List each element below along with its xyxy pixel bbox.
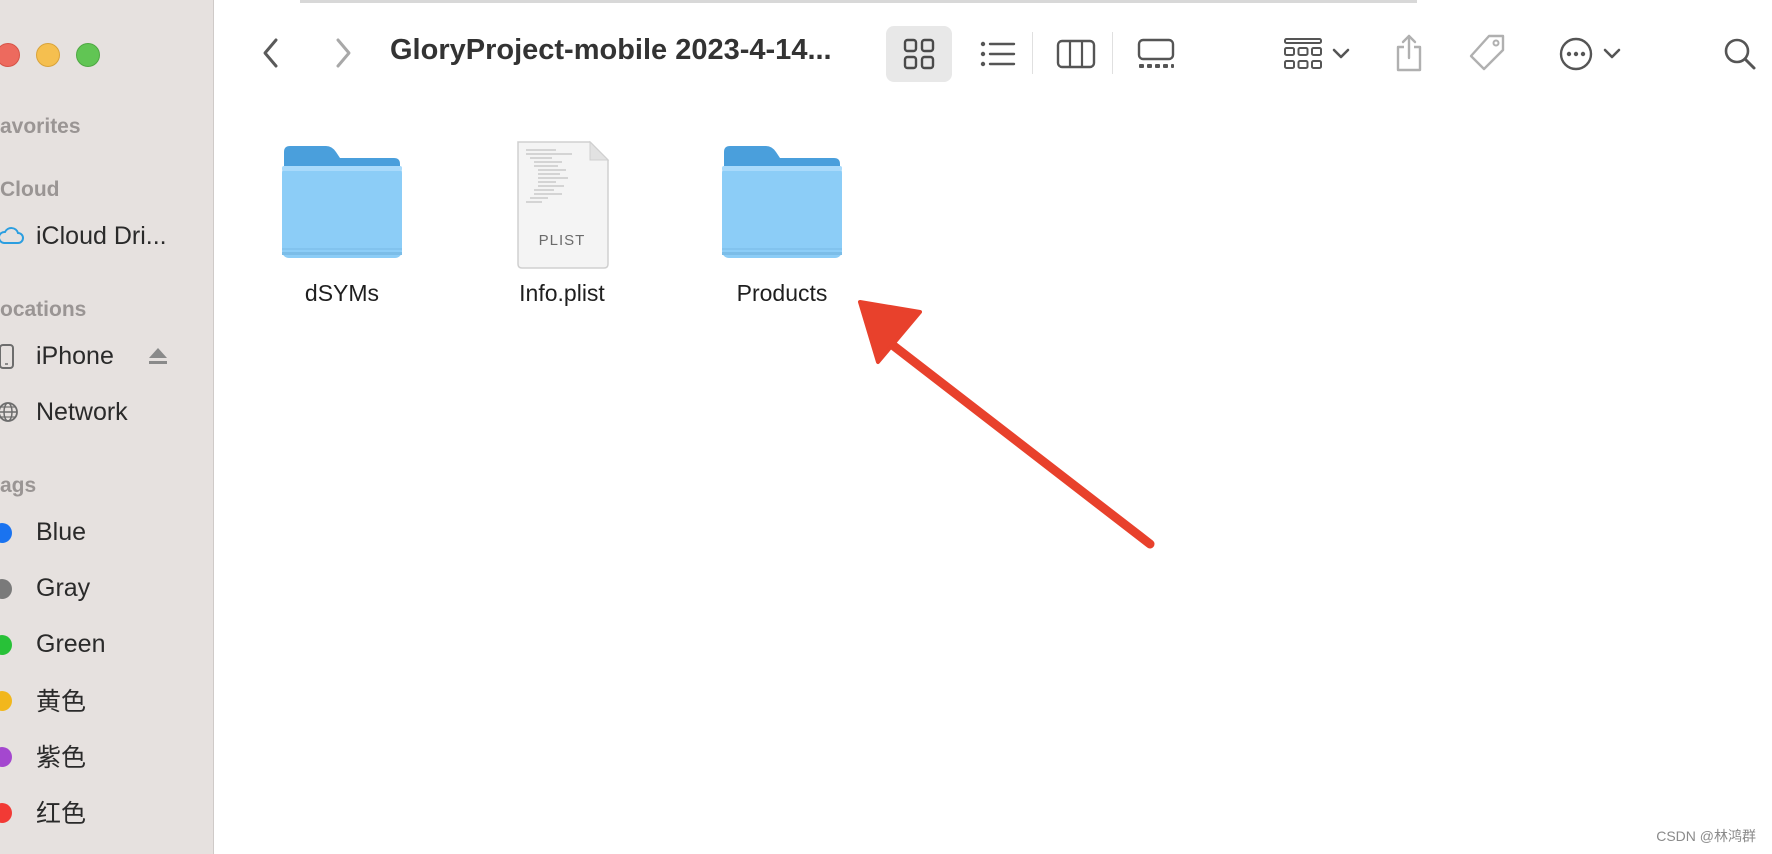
plist-icon-wrap: PLIST — [482, 140, 642, 270]
sidebar-item-label: 紫色 — [36, 744, 87, 772]
eject-icon[interactable] — [146, 344, 170, 368]
annotation-arrow — [858, 300, 1155, 549]
ellipsis-circle-icon — [1559, 37, 1593, 71]
list-view-button[interactable] — [970, 30, 1026, 78]
file-name: Info.plist — [519, 280, 605, 306]
share-button[interactable] — [1386, 28, 1432, 78]
plist-badge: PLIST — [538, 232, 586, 249]
file-item-info-plist[interactable]: PLIST Info.plist — [482, 140, 642, 307]
folder-icon — [282, 146, 402, 258]
cloud-icon — [0, 224, 24, 248]
grid-icon — [903, 38, 935, 70]
sidebar-tag-purple[interactable]: 紫色 — [0, 736, 210, 776]
back-button[interactable] — [254, 34, 288, 72]
file-item-dsyms[interactable]: dSYMs — [262, 140, 422, 307]
iphone-icon — [0, 344, 20, 369]
group-grid-icon — [1284, 38, 1322, 69]
share-icon — [1396, 34, 1422, 72]
plist-document-icon — [517, 140, 610, 269]
file-item-products[interactable]: Products — [702, 140, 862, 307]
search-button[interactable] — [1718, 30, 1762, 78]
toolbar-separator — [1112, 32, 1113, 74]
sidebar-tag-gray[interactable]: Gray — [0, 568, 210, 608]
tag-icon — [1469, 34, 1505, 71]
icon-view-button[interactable] — [886, 26, 952, 82]
section-header-favorites: avorites — [0, 115, 81, 138]
sidebar-item-iphone[interactable]: iPhone — [0, 336, 210, 376]
folder-icon-wrap — [702, 140, 862, 270]
sidebar-item-label: Green — [36, 629, 106, 658]
forward-button[interactable] — [326, 34, 360, 72]
zoom-window-button[interactable] — [76, 43, 100, 67]
tags-button[interactable] — [1462, 28, 1512, 78]
tag-color-dot — [0, 691, 12, 711]
toolbar: GloryProject-mobile 2023-4-14... — [214, 0, 1772, 100]
finder-window: avorites Cloud iCloud Dri... ocations iP… — [0, 0, 1772, 854]
tag-color-dot — [0, 635, 12, 655]
sidebar-item-label: 黄色 — [36, 688, 87, 716]
chevron-down-icon — [1603, 48, 1621, 59]
sidebar: avorites Cloud iCloud Dri... ocations iP… — [0, 0, 214, 854]
sidebar-item-label: Blue — [36, 517, 87, 546]
tag-color-dot — [0, 579, 12, 599]
gallery-icon — [1137, 38, 1175, 68]
section-header-locations: ocations — [0, 298, 87, 321]
column-view-button[interactable] — [1048, 30, 1104, 78]
sidebar-tag-red[interactable]: 红色 — [0, 792, 210, 832]
sidebar-item-label: Gray — [36, 573, 91, 602]
more-actions-button[interactable] — [1550, 30, 1630, 78]
list-icon — [980, 41, 1016, 67]
minimize-window-button[interactable] — [36, 43, 60, 67]
chevron-right-icon — [336, 38, 351, 68]
watermark: CSDN @林鸿群 — [1656, 828, 1756, 844]
folder-icon-wrap — [262, 140, 422, 270]
sidebar-item-label: iCloud Dri... — [36, 221, 167, 250]
globe-icon — [0, 400, 20, 424]
search-icon — [1724, 38, 1756, 70]
group-by-button[interactable] — [1276, 30, 1358, 78]
columns-icon — [1056, 39, 1096, 69]
toolbar-separator — [1032, 32, 1033, 74]
sidebar-tag-blue[interactable]: Blue — [0, 512, 210, 552]
sidebar-item-label: 红色 — [36, 800, 87, 828]
sidebar-item-network[interactable]: Network — [0, 392, 210, 432]
tag-color-dot — [0, 747, 12, 767]
section-header-tags: ags — [0, 474, 37, 497]
folder-icon — [722, 146, 842, 258]
sidebar-item-label: Network — [36, 397, 128, 426]
tag-color-dot — [0, 803, 12, 823]
chevron-left-icon — [263, 38, 278, 68]
file-browser-content: dSYMs PLIST Info.plist Products CSDN @林鸿… — [214, 100, 1772, 854]
section-header-icloud: Cloud — [0, 178, 60, 201]
sidebar-item-label: iPhone — [36, 341, 114, 370]
sidebar-item-icloud-drive[interactable]: iCloud Dri... — [0, 216, 210, 256]
close-window-button[interactable] — [0, 43, 20, 67]
sidebar-tag-yellow[interactable]: 黄色 — [0, 680, 210, 720]
chevron-down-icon — [1332, 48, 1350, 59]
file-name: Products — [736, 280, 828, 306]
gallery-view-button[interactable] — [1128, 30, 1184, 78]
window-title: GloryProject-mobile 2023-4-14... — [390, 34, 832, 66]
tag-color-dot — [0, 523, 12, 543]
file-name: dSYMs — [304, 280, 380, 306]
sidebar-tag-green[interactable]: Green — [0, 624, 210, 664]
